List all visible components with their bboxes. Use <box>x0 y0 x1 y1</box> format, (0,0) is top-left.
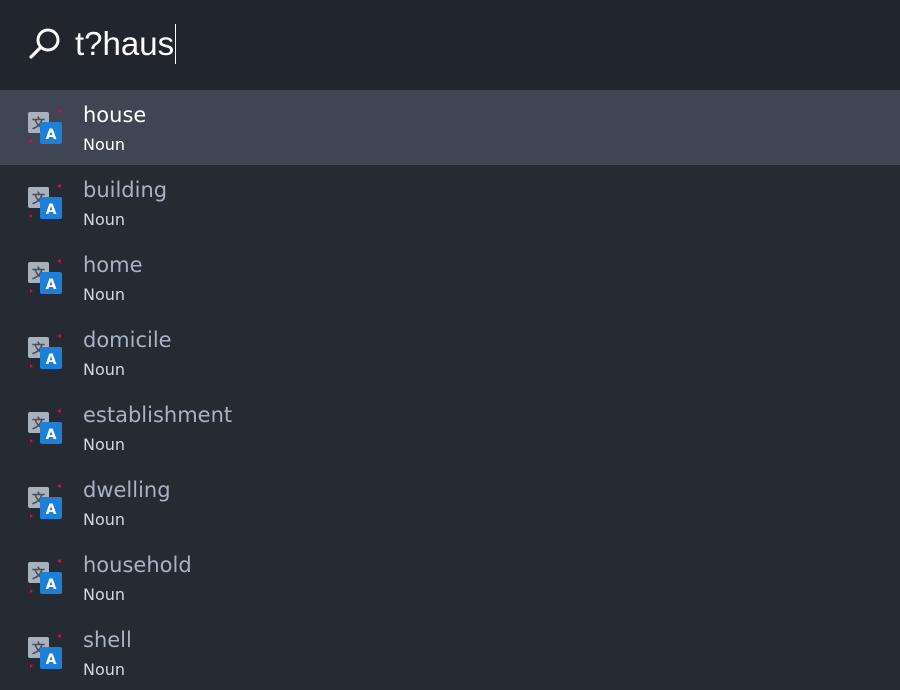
translate-icon: 文 A <box>28 559 62 594</box>
translate-icon: 文 A <box>28 184 62 219</box>
search-input[interactable]: t?haus <box>75 22 177 66</box>
translate-icon: 文 A <box>28 484 62 519</box>
translate-icon: 文 A <box>28 334 62 369</box>
text-caret <box>175 24 177 64</box>
result-subtitle: Noun <box>83 285 126 304</box>
result-title: household <box>83 553 192 577</box>
result-title: dwelling <box>83 478 171 502</box>
result-subtitle: Noun <box>83 135 126 154</box>
result-subtitle: Noun <box>83 435 126 454</box>
result-subtitle: Noun <box>83 585 126 604</box>
result-title: building <box>83 178 168 202</box>
result-subtitle: Noun <box>83 510 126 529</box>
translate-icon: 文 A <box>28 109 62 144</box>
translate-icon: 文 A <box>28 259 62 294</box>
result-title: domicile <box>83 328 172 352</box>
result-item-establishment[interactable]: 文 A establishment Noun <box>0 390 900 465</box>
svg-text:A: A <box>46 352 57 368</box>
svg-text:A: A <box>46 127 57 143</box>
result-item-home[interactable]: 文 A home Noun <box>0 240 900 315</box>
result-item-shell[interactable]: 文 A shell Noun <box>0 615 900 690</box>
translate-icon: 文 A <box>28 634 62 669</box>
result-subtitle: Noun <box>83 660 126 679</box>
svg-text:A: A <box>46 652 57 668</box>
result-subtitle: Noun <box>83 360 126 379</box>
search-bar: t?haus <box>0 0 900 90</box>
search-icon <box>29 28 60 59</box>
svg-text:A: A <box>46 577 57 593</box>
results-list: 文 A house Noun 文 A building Noun 文 A hom… <box>0 90 900 690</box>
result-item-domicile[interactable]: 文 A domicile Noun <box>0 315 900 390</box>
result-item-household[interactable]: 文 A household Noun <box>0 540 900 615</box>
result-subtitle: Noun <box>83 210 126 229</box>
result-title: house <box>83 103 147 127</box>
translate-icon: 文 A <box>28 409 62 444</box>
result-title: home <box>83 253 143 277</box>
svg-text:A: A <box>46 202 57 218</box>
launcher-window: t?haus 文 A house Noun 文 A building Noun … <box>0 0 900 690</box>
svg-text:A: A <box>46 502 57 518</box>
svg-text:A: A <box>46 277 57 293</box>
result-item-dwelling[interactable]: 文 A dwelling Noun <box>0 465 900 540</box>
result-title: establishment <box>83 403 233 427</box>
result-item-building[interactable]: 文 A building Noun <box>0 165 900 240</box>
result-title: shell <box>83 628 132 652</box>
search-query-text: t?haus <box>75 25 175 62</box>
svg-text:A: A <box>46 427 57 443</box>
result-item-house[interactable]: 文 A house Noun <box>0 90 900 165</box>
